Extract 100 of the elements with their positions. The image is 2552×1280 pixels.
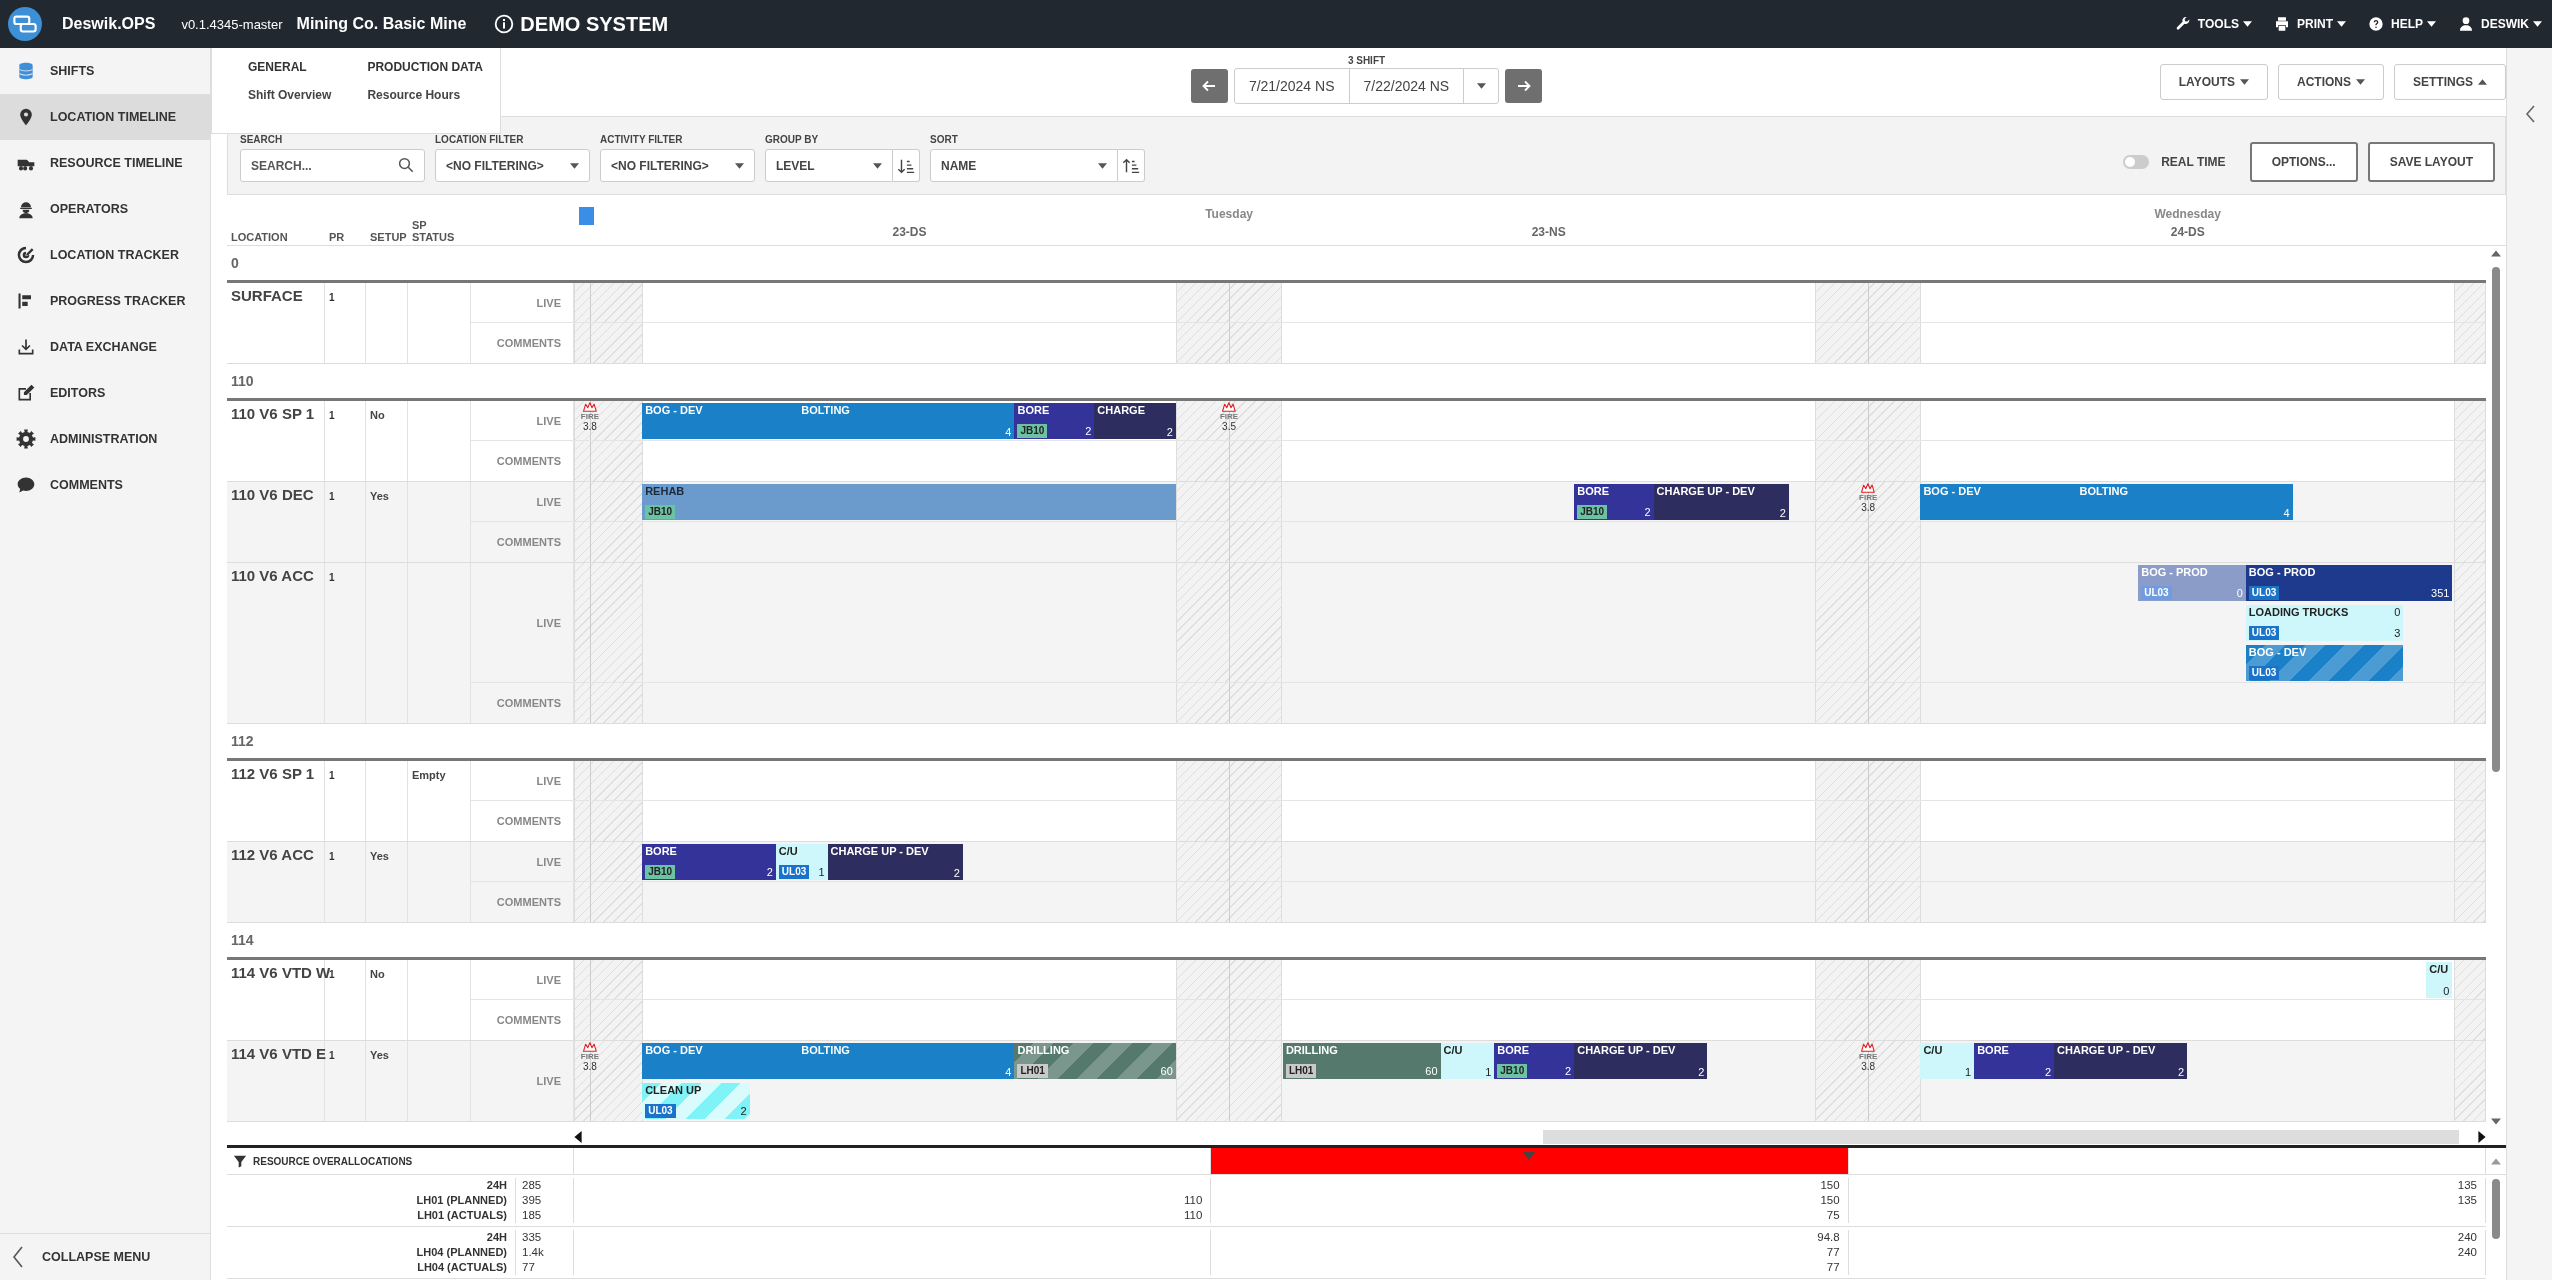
total-value: 395 bbox=[522, 1193, 543, 1208]
toolbar-button[interactable]: LAYOUTS bbox=[2159, 64, 2268, 100]
blast-label: FIRE bbox=[1219, 412, 1239, 421]
sidebar-item[interactable]: COMMENTS bbox=[0, 462, 210, 508]
track-label: LIVE bbox=[536, 774, 561, 787]
sidebar-item[interactable]: EDITORS bbox=[0, 370, 210, 416]
caret-icon bbox=[2427, 21, 2436, 27]
horizontal-scrollbar[interactable] bbox=[574, 1129, 2486, 1145]
activity-bar[interactable]: C/U UL03 1 bbox=[775, 844, 828, 880]
activity-bar[interactable]: BOG - DEV bbox=[642, 1043, 799, 1079]
track-label: LIVE bbox=[536, 855, 561, 868]
sidebar-item[interactable]: LOCATION TRACKER bbox=[0, 232, 210, 278]
activity-bar[interactable]: CHARGE UP - DEV 2 bbox=[1574, 1043, 1708, 1079]
dropdown-field[interactable]: NAME bbox=[930, 149, 1118, 182]
activity-bar[interactable]: BOLTING 4 bbox=[2076, 484, 2293, 520]
activity-bar[interactable]: BORE 2 bbox=[1974, 1043, 2055, 1079]
activity-count: 2 bbox=[2044, 1066, 2052, 1078]
dropdown-field[interactable]: <NO FILTERING> bbox=[600, 149, 755, 182]
activity-bar[interactable]: BOLTING 4 bbox=[798, 403, 1015, 439]
collapse-menu-button[interactable]: COLLAPSE MENU bbox=[0, 1233, 210, 1280]
activity-bar[interactable]: BORE JB10 2 bbox=[642, 844, 776, 880]
database-icon bbox=[16, 61, 36, 81]
toolbar-button[interactable]: SETTINGS bbox=[2394, 64, 2506, 100]
activity-bar[interactable]: BOLTING 4 bbox=[798, 1043, 1015, 1079]
activity-count: 2 bbox=[766, 866, 773, 878]
activity-bar[interactable]: BORE JB10 2 bbox=[1574, 484, 1654, 520]
resource-tag: UL03 bbox=[2141, 586, 2172, 600]
column-header: SETUP bbox=[369, 231, 408, 243]
activity-bar[interactable]: CHARGE UP - DEV 2 bbox=[1653, 484, 1789, 520]
activity-label: BOG - PROD bbox=[2141, 566, 2208, 578]
activity-count: 2 bbox=[1565, 1065, 1572, 1077]
field-label: LOCATION FILTER bbox=[435, 134, 525, 145]
menu-button[interactable]: DESWIK bbox=[2458, 12, 2542, 36]
activity-bar[interactable]: CHARGE UP - DEV 2 bbox=[827, 844, 963, 880]
hours-value: 110 bbox=[1184, 1194, 1203, 1206]
scrollbar-thumb[interactable] bbox=[2492, 267, 2500, 772]
scroll-up-icon bbox=[2491, 250, 2501, 257]
sidebar-item[interactable]: SHIFTS bbox=[0, 48, 210, 94]
scrollbar-thumb[interactable] bbox=[2492, 1179, 2500, 1239]
activity-bar[interactable]: DRILLING LH01 60 bbox=[1282, 1043, 1441, 1079]
resource-tag: JB10 bbox=[1577, 505, 1608, 519]
group-label: 112 bbox=[231, 733, 254, 749]
resource-tag: JB10 bbox=[645, 505, 676, 519]
activity-bar[interactable]: CHARGE 2 bbox=[1094, 403, 1176, 439]
sidebar-item[interactable]: ADMINISTRATION bbox=[0, 416, 210, 462]
activity-bar[interactable]: BOG - PROD UL03 351 bbox=[2245, 565, 2453, 601]
filter-icon[interactable] bbox=[233, 1154, 247, 1168]
track-label: COMMENTS bbox=[496, 896, 561, 908]
blast-value: 3.8 bbox=[1861, 502, 1876, 514]
toolbar-button[interactable]: ACTIONS bbox=[2278, 64, 2384, 100]
date-range-field[interactable]: 7/21/2024 NS 7/22/2024 NS bbox=[1233, 67, 1500, 104]
sort-button[interactable] bbox=[893, 149, 920, 182]
activity-count: 1 bbox=[1485, 1066, 1492, 1078]
sort-button[interactable] bbox=[1118, 149, 1145, 182]
activity-bar[interactable]: C/U 0 bbox=[2426, 962, 2453, 998]
activity-bar[interactable]: BOG - DEV bbox=[642, 403, 799, 439]
hours-value: 77 bbox=[1826, 1246, 1840, 1258]
menu-link[interactable]: Resource Hours bbox=[367, 88, 483, 102]
search-field[interactable]: SEARCH... bbox=[240, 149, 425, 182]
sidebar-item[interactable]: LOCATION TIMELINE bbox=[0, 94, 210, 140]
explosion-icon bbox=[1222, 402, 1237, 412]
location-name: 110 V6 ACC bbox=[231, 567, 314, 584]
sidebar-item[interactable]: OPERATORS bbox=[0, 186, 210, 232]
location-name: 112 V6 SP 1 bbox=[231, 765, 315, 782]
activity-bar[interactable]: BOG - DEV bbox=[1920, 484, 2077, 520]
next-button[interactable] bbox=[1505, 68, 1543, 103]
resource-label: LH04 (ACTUALS) bbox=[417, 1260, 507, 1275]
activity-bar[interactable]: C/U 1 bbox=[1920, 1043, 1975, 1079]
activity-bar[interactable]: CHARGE UP - DEV 2 bbox=[2054, 1043, 2188, 1079]
activity-label: BOLTING bbox=[801, 404, 850, 416]
activity-label: C/U bbox=[778, 845, 798, 857]
activity-bar[interactable]: BORE JB10 2 bbox=[1014, 403, 1095, 439]
activity-bar[interactable]: BOG - DEV UL03 bbox=[2245, 645, 2404, 681]
sidebar-item[interactable]: DATA EXCHANGE bbox=[0, 324, 210, 370]
activity-bar[interactable]: REHAB JB10 bbox=[642, 484, 1176, 520]
activity-bar[interactable]: LOADING TRUCKS 0 UL03 3 bbox=[2245, 605, 2404, 641]
activity-count: 2 bbox=[740, 1105, 747, 1117]
activity-bar[interactable]: C/U 1 bbox=[1440, 1043, 1495, 1079]
activity-bar[interactable]: DRILLING LH01 60 bbox=[1014, 1043, 1176, 1079]
real-time-toggle[interactable]: REAL TIME bbox=[2123, 142, 2226, 182]
activity-label: DRILLING bbox=[1285, 1044, 1338, 1056]
dropdown-field[interactable]: <NO FILTERING> bbox=[435, 149, 590, 182]
panel-button[interactable]: OPTIONS... bbox=[2249, 142, 2358, 182]
activity-bar[interactable]: BORE JB10 2 bbox=[1494, 1043, 1575, 1079]
hours-value: 75 bbox=[1826, 1209, 1840, 1221]
panel-button[interactable]: SAVE LAYOUT bbox=[2367, 142, 2495, 182]
previous-button[interactable] bbox=[1190, 68, 1228, 103]
menu-button[interactable]: HELP bbox=[2368, 12, 2436, 36]
scrollbar-thumb[interactable] bbox=[1543, 1130, 2460, 1144]
dropdown-field[interactable]: LEVEL bbox=[765, 149, 893, 182]
app-version: v0.1.4345-master bbox=[181, 16, 283, 32]
sidebar-item[interactable]: RESOURCE TIMELINE bbox=[0, 140, 210, 186]
total-value: 77 bbox=[522, 1260, 536, 1275]
hours-value: 240 bbox=[2457, 1231, 2477, 1243]
menu-button[interactable]: PRINT bbox=[2274, 12, 2346, 36]
menu-link[interactable]: Shift Overview bbox=[248, 88, 332, 102]
shift-label: 23-NS bbox=[1531, 225, 1566, 239]
menu-button[interactable]: TOOLS bbox=[2174, 12, 2252, 36]
activity-bar[interactable]: CLEAN UP UL03 2 bbox=[642, 1083, 750, 1119]
sidebar-item[interactable]: PROGRESS TRACKER bbox=[0, 278, 210, 324]
